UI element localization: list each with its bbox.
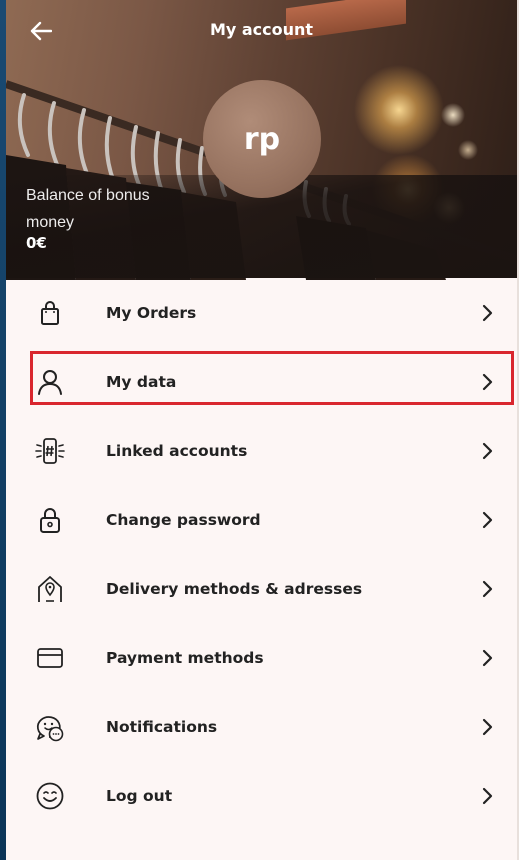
menu-item-label: Notifications bbox=[106, 717, 218, 736]
chevron-right-icon bbox=[478, 786, 498, 806]
menu-item-my-data[interactable]: My data bbox=[6, 347, 517, 416]
menu-item-delivery-methods[interactable]: Delivery methods & adresses bbox=[6, 554, 517, 623]
chevron-right-icon bbox=[478, 648, 498, 668]
chevron-right-icon bbox=[478, 372, 498, 392]
bonus-balance: Balance of bonus money 0€ bbox=[26, 182, 176, 252]
chevron-right-icon bbox=[478, 510, 498, 530]
chevron-right-icon bbox=[478, 441, 498, 461]
menu-item-notifications[interactable]: Notifications bbox=[6, 692, 517, 761]
page-title: My account bbox=[209, 20, 314, 39]
phone-hashtag-icon bbox=[34, 435, 66, 467]
chat-bubbles-icon bbox=[34, 711, 66, 743]
user-icon bbox=[34, 366, 66, 398]
menu-item-linked-accounts[interactable]: Linked accounts bbox=[6, 416, 517, 485]
menu-item-payment-methods[interactable]: Payment methods bbox=[6, 623, 517, 692]
home-location-icon bbox=[34, 573, 66, 605]
header-hero-image: My account rp Balance of bonus money 0€ bbox=[6, 0, 517, 280]
chevron-right-icon bbox=[478, 303, 498, 323]
shopping-bag-icon bbox=[34, 297, 66, 329]
menu-item-label: Log out bbox=[106, 786, 173, 805]
menu-item-log-out[interactable]: Log out bbox=[6, 761, 517, 830]
smiley-face-icon bbox=[34, 780, 66, 812]
menu-item-label: Delivery methods & adresses bbox=[106, 579, 363, 598]
chevron-right-icon bbox=[478, 717, 498, 737]
menu-item-change-password[interactable]: Change password bbox=[6, 485, 517, 554]
avatar-initials: rp bbox=[243, 121, 281, 157]
menu-item-label: My Orders bbox=[106, 303, 197, 322]
balance-label: Balance of bonus money bbox=[26, 187, 150, 231]
menu-item-label: Linked accounts bbox=[106, 441, 248, 460]
chevron-right-icon bbox=[478, 579, 498, 599]
menu-item-label: My data bbox=[106, 372, 177, 391]
balance-value: 0€ bbox=[26, 234, 47, 252]
lock-icon bbox=[34, 504, 66, 536]
avatar[interactable]: rp bbox=[203, 80, 321, 198]
account-screen: My account rp Balance of bonus money 0€ … bbox=[6, 0, 517, 860]
menu-item-label: Payment methods bbox=[106, 648, 264, 667]
menu-item-label: Change password bbox=[106, 510, 261, 529]
credit-card-icon bbox=[34, 642, 66, 674]
menu-item-my-orders[interactable]: My Orders bbox=[6, 278, 517, 347]
